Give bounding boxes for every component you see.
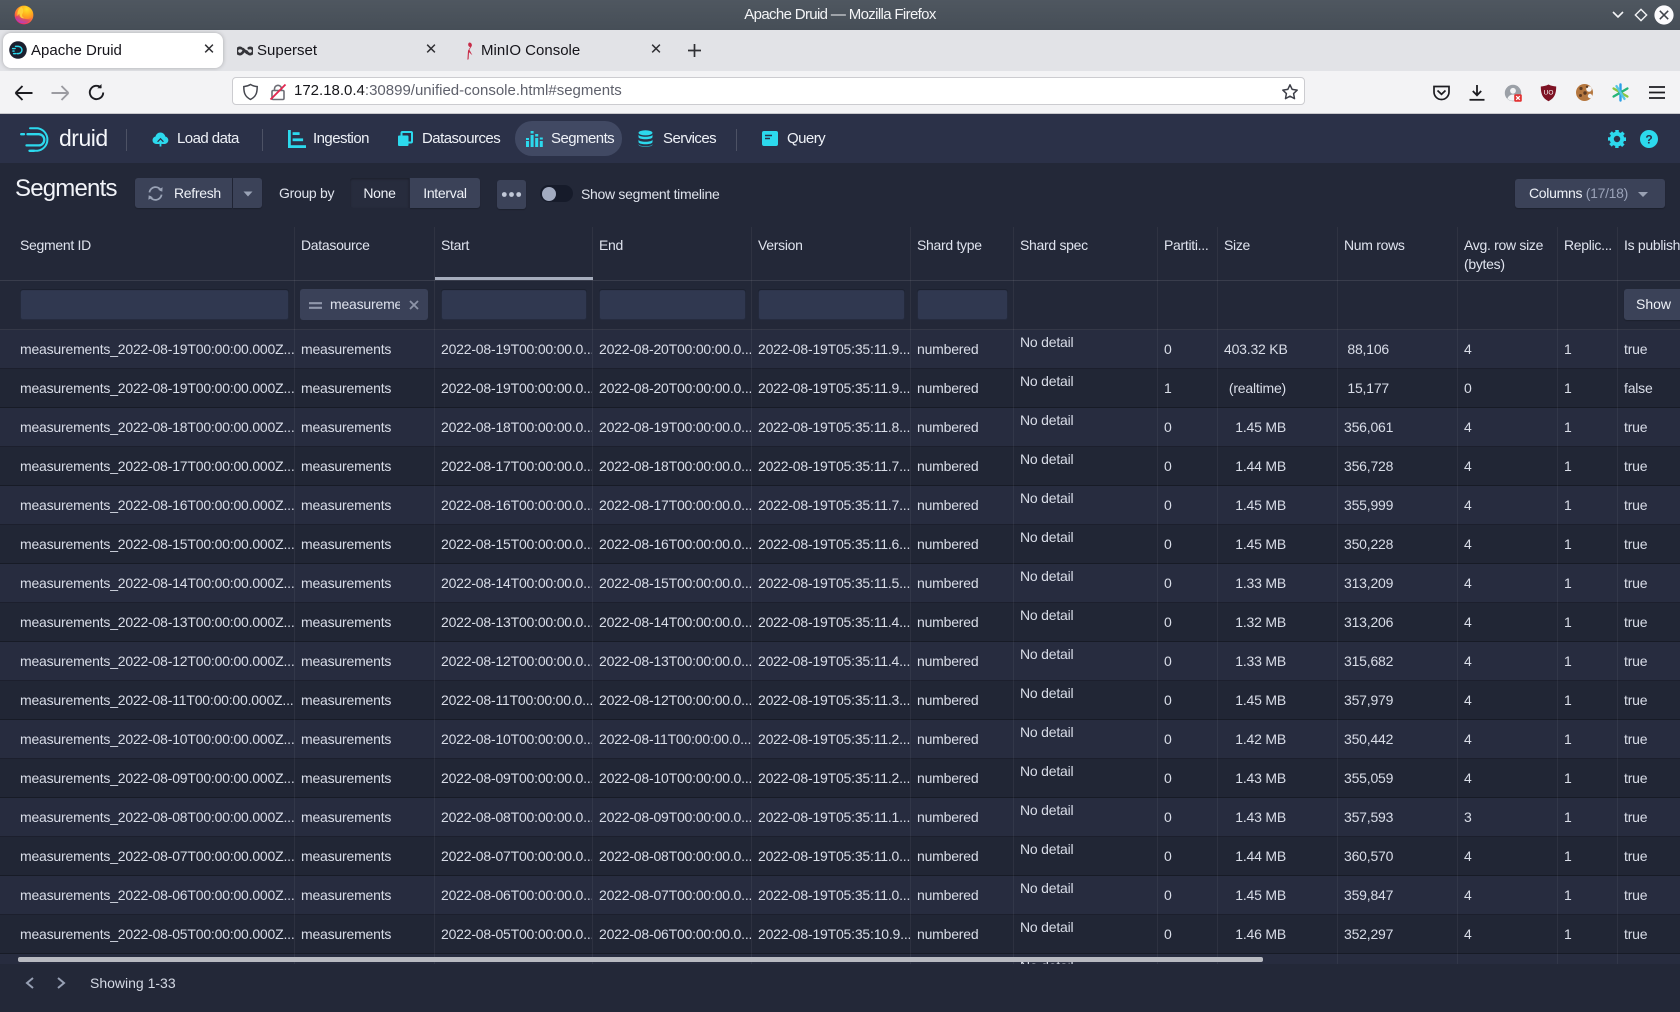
svg-text:UO: UO [1544,90,1554,97]
svg-text:?: ? [1645,133,1652,147]
